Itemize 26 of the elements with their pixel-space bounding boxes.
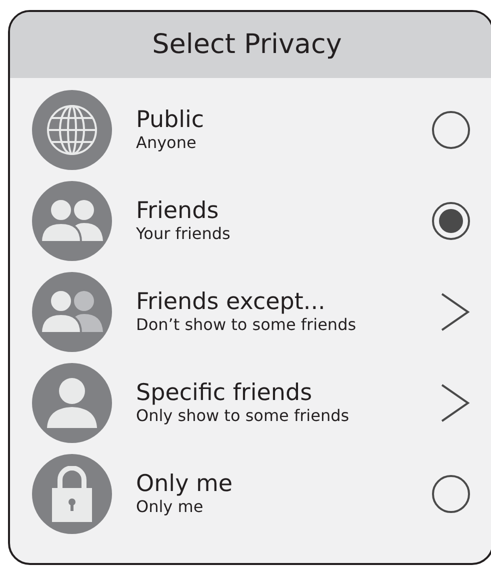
option-title: Friends except... xyxy=(136,288,326,314)
option-description: Only me xyxy=(136,496,204,516)
people-icon xyxy=(40,290,104,334)
privacy-option[interactable]: Specific friends Only show to some friends xyxy=(10,357,491,448)
option-title: Public xyxy=(136,106,206,132)
person-icon xyxy=(46,376,98,428)
radio-button[interactable] xyxy=(432,110,470,148)
dialog-title: Select Privacy xyxy=(152,28,342,62)
people-icon xyxy=(40,198,104,242)
privacy-option[interactable]: Friends except... Don’t show to some friends xyxy=(10,266,491,357)
option-title: Only me xyxy=(136,470,234,496)
radio-button[interactable] xyxy=(432,474,470,512)
radio-button[interactable] xyxy=(432,202,470,240)
privacy-option[interactable]: Public Anyone xyxy=(10,84,491,175)
chevron-right-icon[interactable] xyxy=(440,384,470,422)
option-description: Anyone xyxy=(136,132,198,152)
option-title: Specific friends xyxy=(136,380,314,406)
chevron-right-icon[interactable] xyxy=(440,292,470,330)
privacy-option[interactable]: Only me Only me xyxy=(10,448,491,539)
privacy-option[interactable]: Friends Your friends xyxy=(10,175,491,266)
option-description: Only show to some friends xyxy=(136,406,350,426)
option-description: Your friends xyxy=(136,224,232,244)
lock-icon xyxy=(52,466,92,522)
option-description: Don’t show to some friends xyxy=(136,314,358,334)
globe-icon xyxy=(45,102,99,156)
option-title: Friends xyxy=(136,198,220,224)
